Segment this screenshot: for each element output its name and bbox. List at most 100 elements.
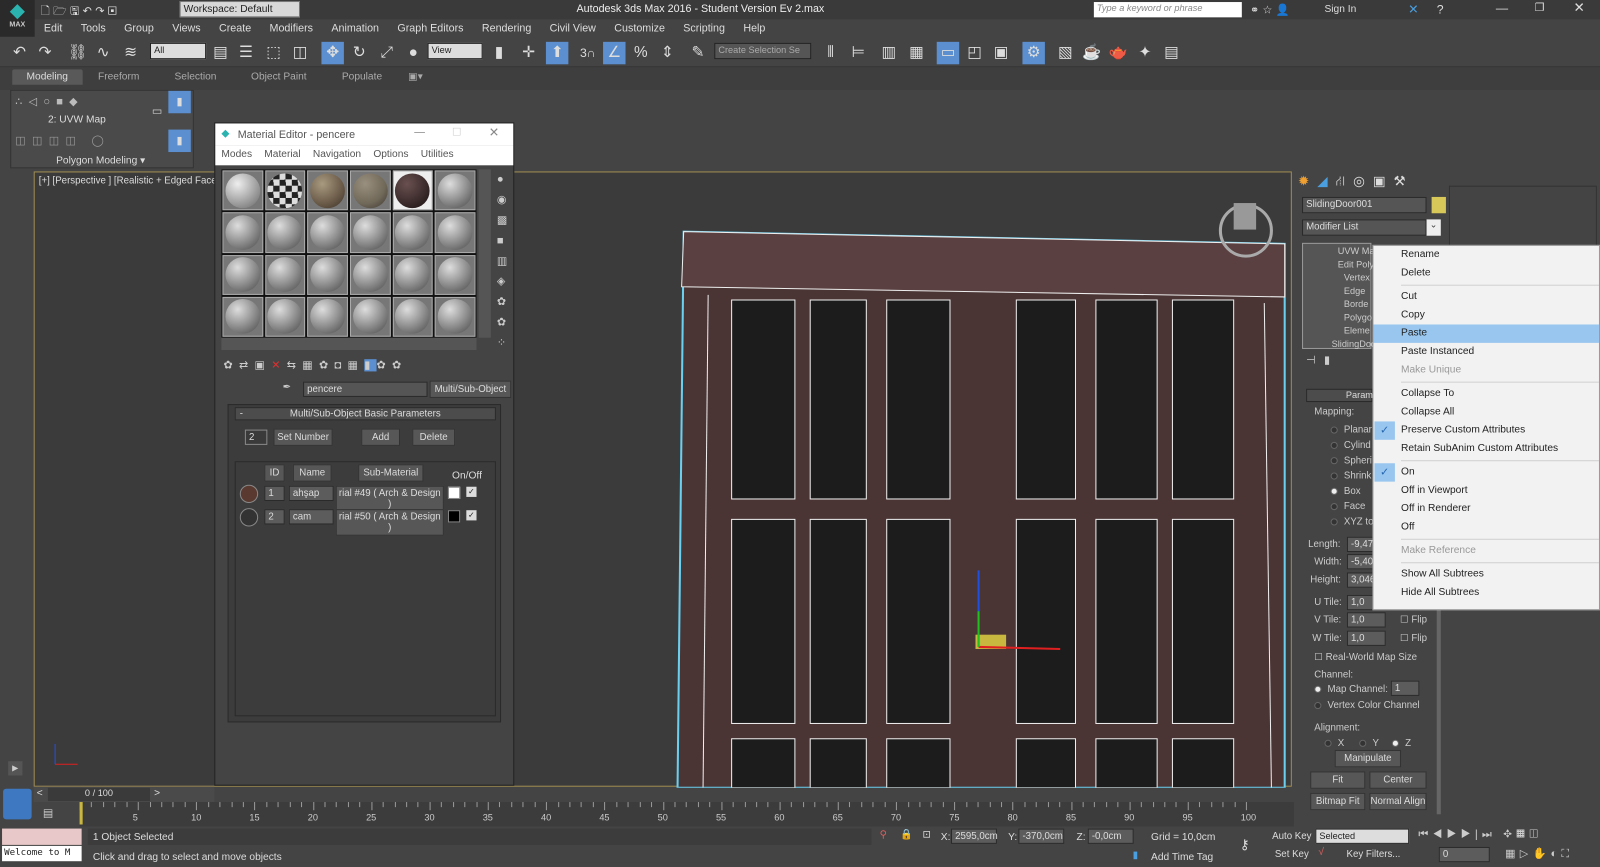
context-item-cut[interactable]: Cut (1373, 288, 1599, 306)
stack-item[interactable]: Edge (1344, 286, 1365, 296)
utile-input[interactable]: 1,0 (1346, 594, 1374, 611)
context-item-rename[interactable]: Rename (1373, 246, 1599, 264)
schematic-view-icon[interactable]: ◰ (963, 42, 985, 64)
set-key-button[interactable]: Set Key (1270, 846, 1314, 863)
bitmap-fit-button[interactable]: Bitmap Fit (1310, 792, 1366, 811)
exchange-icon[interactable]: ✕ (1408, 2, 1418, 16)
rotate-icon[interactable]: ↻ (348, 42, 370, 64)
context-item-retain-subanim-custom-attributes[interactable]: Retain SubAnim Custom Attributes (1373, 440, 1599, 458)
width-input[interactable]: -5,40 (1346, 554, 1374, 570)
add-button[interactable]: Add (361, 428, 400, 446)
submaterial-color-swatch[interactable] (447, 510, 461, 523)
material-slot[interactable] (307, 212, 348, 253)
slots-vscrollbar[interactable] (478, 169, 491, 338)
material-slot[interactable] (222, 212, 263, 253)
context-item-copy[interactable]: Copy (1373, 306, 1599, 324)
mini-curve-editor-toggle[interactable] (3, 788, 32, 820)
minimize-button[interactable]: — (1496, 1, 1508, 15)
expand-layout-icon[interactable]: ▶ (8, 761, 23, 776)
pivot-center-icon[interactable]: ▮ (488, 42, 510, 64)
material-slot[interactable] (349, 254, 391, 295)
menu-civil-view[interactable]: Civil View (540, 19, 605, 37)
link-icon[interactable]: ⛓ (66, 42, 88, 64)
mapping-radio[interactable]: Spheri (1330, 455, 1372, 466)
app-logo[interactable]: ◆ MAX (0, 0, 35, 37)
submaterial-onoff-checkbox[interactable]: ✓ (466, 486, 477, 497)
submaterial-name[interactable]: ahşap (288, 485, 334, 502)
normal-align-button[interactable]: Normal Align (1369, 792, 1427, 811)
set-key-mode-icon[interactable]: ⚷ (1240, 837, 1250, 853)
material-slot[interactable] (307, 254, 348, 295)
mapping-radio[interactable]: Box (1330, 486, 1361, 497)
material-slot[interactable] (349, 170, 391, 211)
help-icon[interactable]: ? (1437, 2, 1444, 16)
context-item-preserve-custom-attributes[interactable]: ✓ Preserve Custom Attributes (1373, 421, 1599, 440)
absolute-mode-icon[interactable]: ⊡ (922, 830, 931, 841)
vtile-input[interactable]: 1,0 (1346, 612, 1386, 628)
x-coordinate-input[interactable]: 2595,0cm (951, 828, 998, 844)
set-number-button[interactable]: Set Number (273, 428, 333, 446)
wtile-input[interactable]: 1,0 (1346, 630, 1386, 646)
length-input[interactable]: -9,47 (1346, 536, 1374, 553)
align-z-radio[interactable]: Z (1391, 738, 1411, 749)
time-next-icon[interactable]: > (154, 788, 160, 799)
me-menu-material[interactable]: Material (264, 149, 300, 160)
key-filters-button[interactable]: Key Filters... (1338, 846, 1409, 863)
context-item-delete[interactable]: Delete (1373, 264, 1599, 282)
context-item-paste[interactable]: Paste (1373, 324, 1599, 343)
search-input[interactable]: Type a keyword or phrase (1093, 2, 1242, 18)
select-by-name-icon[interactable]: ☰ (235, 42, 257, 64)
ribbon-tool-icon[interactable]: ▭ (146, 100, 168, 122)
real-world-map-size-checkbox[interactable]: ☐ Real-World Map Size (1314, 652, 1417, 663)
stack-item[interactable]: Polygo (1344, 312, 1372, 322)
tab-populate[interactable]: Populate (342, 71, 382, 82)
material-slot[interactable] (392, 296, 433, 337)
y-coordinate-input[interactable]: -370,0cm (1018, 828, 1065, 844)
me-menu-navigation[interactable]: Navigation (313, 149, 361, 160)
set-key-icon[interactable]: √ (1318, 847, 1324, 858)
submaterial-onoff-checkbox[interactable]: ✓ (466, 510, 477, 521)
slot-side-tools[interactable]: ● ◉ ▩ ■ ▥ ◈ ✿ ✿ ⁘ (497, 169, 511, 353)
menu-customize[interactable]: Customize (605, 19, 674, 37)
stack-item[interactable]: Vertex (1344, 272, 1370, 282)
material-slot[interactable] (264, 170, 306, 211)
snap-toggle-icon[interactable]: 3∩ (577, 42, 599, 64)
ribbon-stack-icon-2[interactable]: ▮ (168, 129, 191, 153)
material-slot[interactable] (435, 254, 476, 295)
render-production-icon[interactable]: 🫖 (1107, 42, 1129, 64)
scale-icon[interactable]: ⤢ (376, 42, 398, 64)
window-crossing-icon[interactable]: ◫ (289, 42, 311, 64)
angle-snap-icon[interactable]: ∠ (603, 41, 626, 65)
keyboard-shortcut-icon[interactable]: ⬆ (545, 41, 569, 65)
mapping-radio[interactable]: Cylind (1330, 440, 1371, 451)
curve-editor-icon[interactable]: ▤ (43, 806, 54, 819)
render-online-icon[interactable]: ▤ (1160, 42, 1182, 64)
tab-freeform[interactable]: Freeform (98, 71, 139, 82)
material-editor-icon[interactable]: ▣ (990, 42, 1012, 64)
menu-edit[interactable]: Edit (35, 19, 72, 37)
modifier-list-dropdown[interactable]: Modifier List (1302, 219, 1427, 236)
reference-coord-dropdown[interactable]: View (427, 42, 483, 60)
menu-create[interactable]: Create (210, 19, 261, 37)
eyedropper-icon[interactable]: ✒ (283, 382, 292, 393)
layer-explorer-icon[interactable]: ▥ (878, 42, 900, 64)
stack-item[interactable]: Borde (1344, 299, 1369, 309)
render-setup-icon[interactable]: ⚙ (1022, 41, 1045, 65)
maxscript-listener-pink[interactable] (2, 828, 82, 845)
subobject-icons[interactable]: ∴◁○■◆ (15, 95, 84, 108)
me-minimize-button[interactable]: — (414, 127, 425, 139)
stack-item[interactable]: Eleme (1344, 326, 1370, 336)
vertex-color-channel-radio[interactable]: Vertex Color Channel (1314, 700, 1420, 711)
material-tools-row[interactable]: ✿⇄▣✕⇆▦✿◘▦▮✿✿ (223, 358, 407, 372)
height-input[interactable]: 3,046 (1346, 572, 1375, 588)
bind-space-warp-icon[interactable]: ≋ (119, 42, 141, 64)
material-slot[interactable] (264, 212, 306, 253)
time-slider-thumb[interactable]: 0 / 100 (47, 787, 150, 802)
submaterial-id[interactable]: 2 (264, 509, 285, 525)
material-slot[interactable] (392, 170, 433, 211)
material-slot[interactable] (349, 212, 391, 253)
undo-icon[interactable]: ↶ (8, 42, 30, 64)
me-menu-utilities[interactable]: Utilities (421, 149, 454, 160)
material-slot[interactable] (264, 254, 306, 295)
tab-modeling[interactable]: Modeling (12, 69, 83, 85)
